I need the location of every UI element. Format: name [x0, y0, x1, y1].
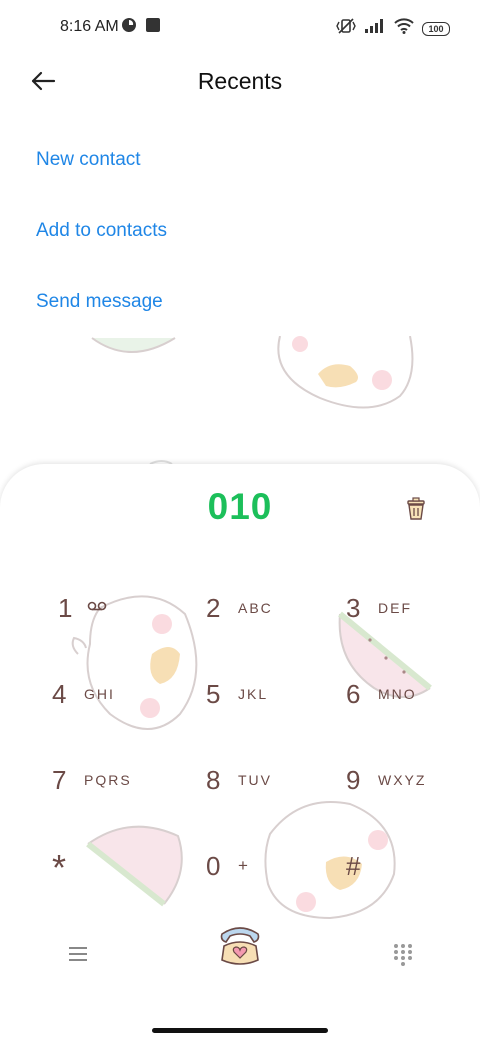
key-1[interactable]: 1 [58, 580, 198, 636]
key-digit: 1 [58, 592, 73, 623]
key-7[interactable]: 7 PQRS [52, 752, 192, 808]
vibrate-off-icon [336, 17, 356, 40]
key-digit: 8 [206, 764, 221, 795]
key-6[interactable]: 6 MNO [346, 666, 480, 722]
keypad-icon[interactable] [392, 942, 414, 971]
key-4[interactable]: 4 GHI [52, 666, 192, 722]
battery-icon: 100 [422, 21, 450, 36]
key-digit: * [52, 847, 67, 888]
key-digit: # [346, 850, 361, 881]
header: Recents [0, 56, 480, 108]
key-letters: MNO [378, 686, 417, 702]
dialer-panel: 010 1 2 ABC 3 DEF 4 GHI 5 JKL 6 MNO 7 PQ… [0, 464, 480, 1040]
key-5[interactable]: 5 JKL [206, 666, 346, 722]
key-digit: 0 [206, 850, 221, 881]
key-0[interactable]: 0 + [206, 838, 346, 894]
notification-square-icon [145, 17, 161, 38]
key-letters: PQRS [84, 772, 132, 788]
key-letters: JKL [238, 686, 269, 702]
key-star[interactable]: * [52, 840, 192, 896]
key-letters: GHI [84, 686, 115, 702]
theme-background-art [91, 336, 414, 465]
key-8[interactable]: 8 TUV [206, 752, 346, 808]
home-indicator[interactable] [152, 1028, 328, 1033]
key-digit: 2 [206, 592, 221, 623]
key-9[interactable]: 9 WXYZ [346, 752, 480, 808]
key-digit: 5 [206, 678, 221, 709]
signal-icon [364, 18, 386, 39]
send-message-link[interactable]: Send message [36, 291, 163, 313]
key-digit: 9 [346, 764, 361, 795]
key-digit: 6 [346, 678, 361, 709]
new-contact-link[interactable]: New contact [36, 149, 141, 171]
key-letters: ABC [238, 600, 273, 616]
key-digit: 4 [52, 678, 67, 709]
status-bar: 8:16 AM 100 [0, 0, 480, 56]
phone-call-icon[interactable] [212, 920, 268, 977]
key-letters: WXYZ [378, 772, 427, 788]
status-time: 8:16 AM [60, 18, 119, 35]
menu-icon[interactable] [66, 942, 90, 971]
page-title: Recents [197, 68, 283, 94]
location-icon [121, 17, 137, 38]
wifi-icon [394, 18, 414, 39]
voicemail-icon [86, 599, 108, 618]
key-letters: + [238, 856, 250, 875]
key-3[interactable]: 3 DEF [346, 580, 480, 636]
trash-icon[interactable] [402, 494, 430, 522]
key-letters: DEF [378, 600, 412, 616]
key-digit: 7 [52, 764, 67, 795]
key-hash[interactable]: # [346, 838, 480, 894]
key-letters: TUV [238, 772, 272, 788]
key-digit: 3 [346, 592, 361, 623]
add-to-contacts-link[interactable]: Add to contacts [36, 220, 167, 242]
key-2[interactable]: 2 ABC [206, 580, 346, 636]
